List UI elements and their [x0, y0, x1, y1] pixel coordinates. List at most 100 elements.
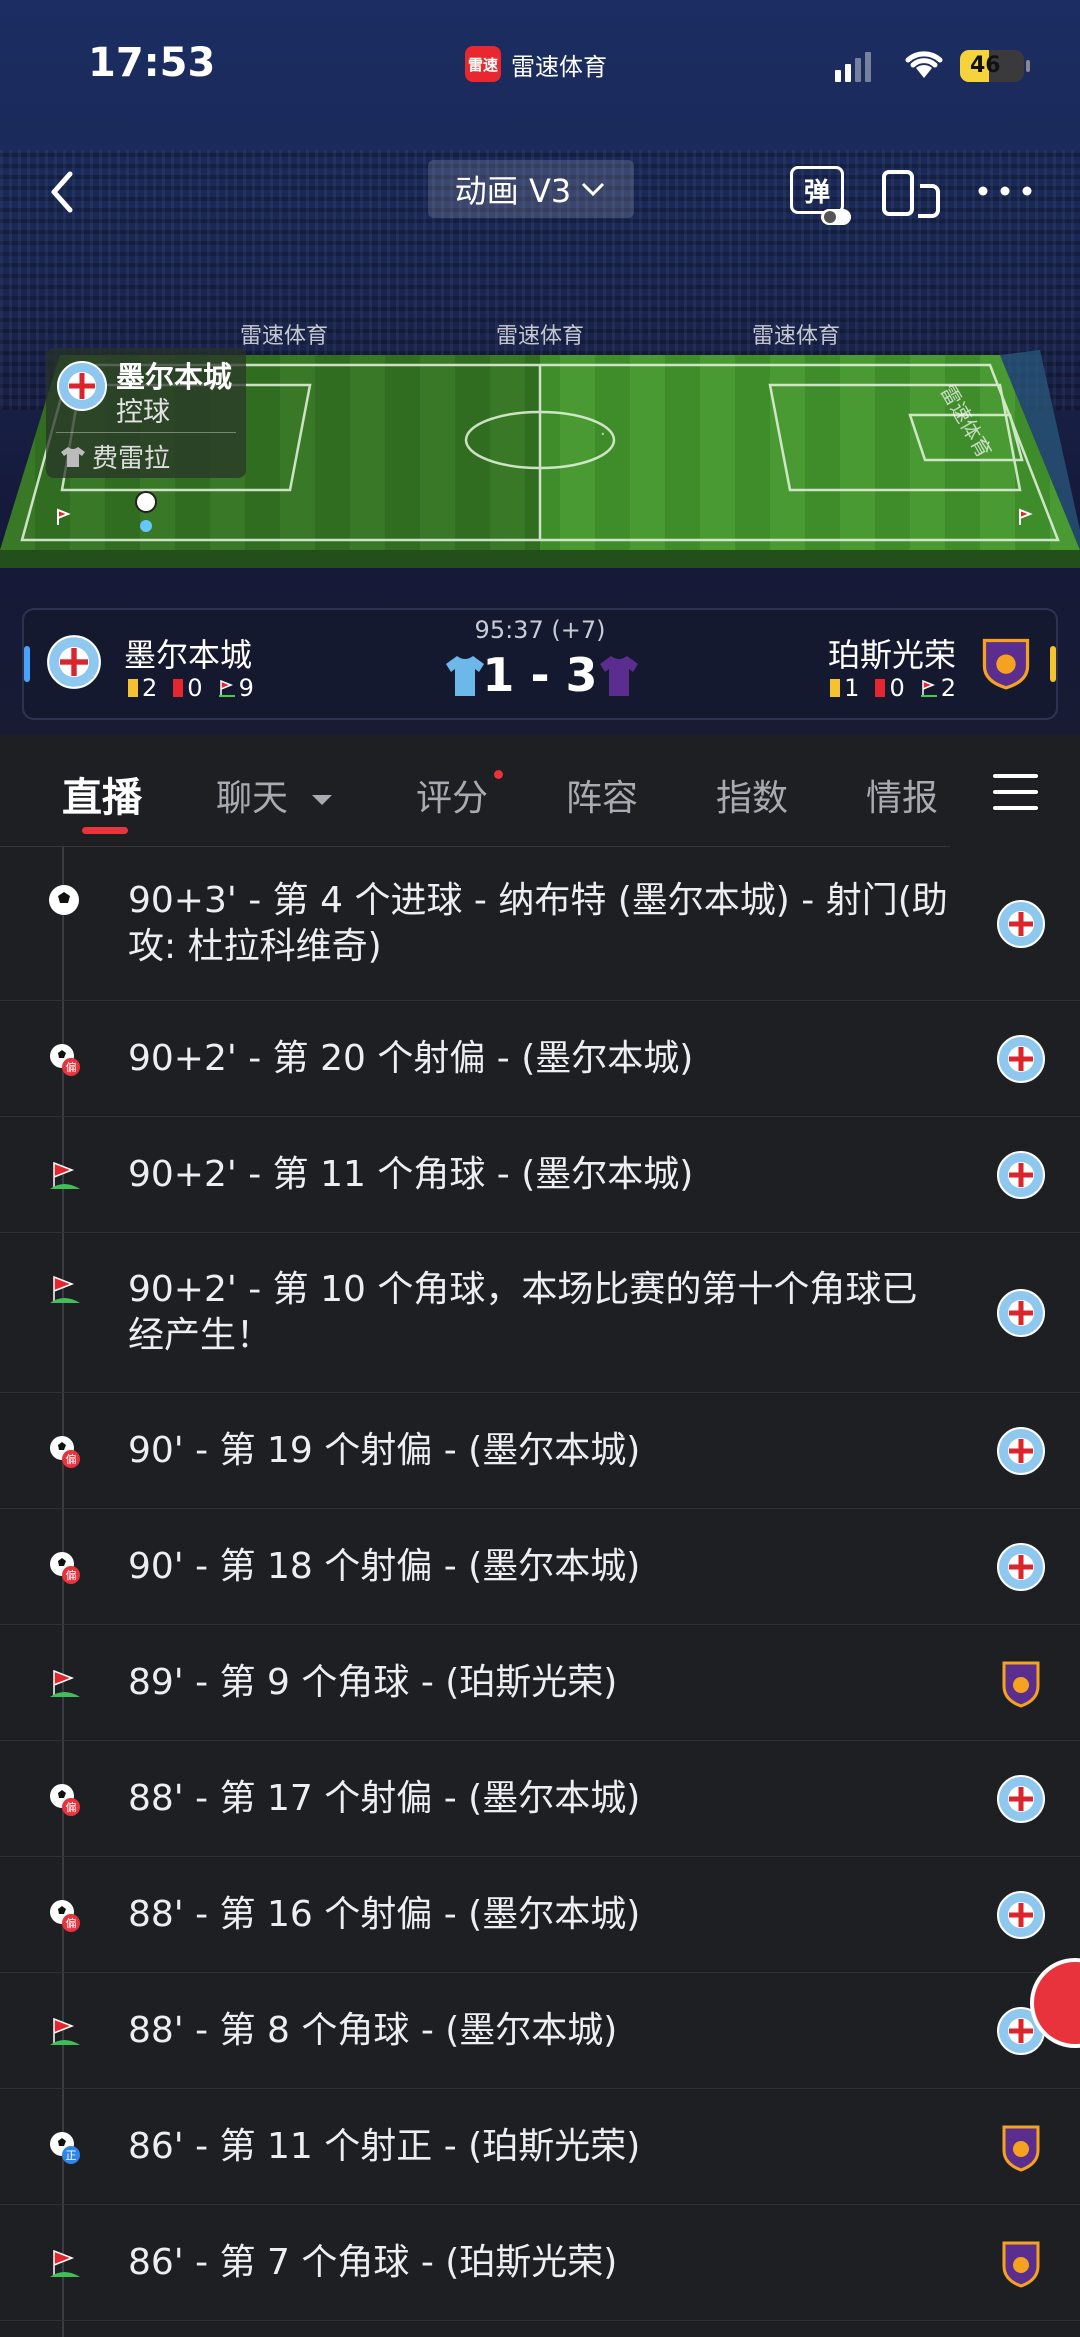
svg-text:正: 正 [66, 2149, 77, 2162]
tab-intel[interactable]: 情报 [866, 769, 938, 821]
shirt-icon [61, 446, 85, 467]
home-team-logo [997, 1543, 1045, 1591]
battery-icon: 46 [960, 50, 1024, 82]
shot-off-icon: 偏 [46, 1549, 82, 1585]
event-text: 88' - 第 8 个角球 - (墨尔本城) [128, 2010, 618, 2051]
away-team-logo [1002, 2241, 1040, 2288]
timeline-event: 90+2' - 第 11 个角球 - (墨尔本城) [0, 1117, 1080, 1233]
tab-bar: 直播 聊天 评分 阵容 指数 情报 [0, 735, 1080, 847]
event-text: 86' - 第 7 个角球 - (珀斯光荣) [128, 2242, 618, 2283]
event-text: 90' - 第 18 个射偏 - (墨尔本城) [128, 1546, 641, 1587]
corner-icon [46, 2013, 82, 2049]
possession-status: 控球 [116, 397, 170, 428]
danmu-toggle-button[interactable]: 弹 [790, 166, 851, 225]
goal-icon [46, 882, 82, 918]
more-icon[interactable] [975, 176, 1035, 206]
timeline-event: 偏 90' - 第 19 个射偏 - (墨尔本城) [0, 1393, 1080, 1509]
corner-icon [46, 1157, 82, 1193]
corner-icon [920, 679, 937, 697]
timeline-event: 偏 90+2' - 第 20 个射偏 - (墨尔本城) [0, 1001, 1080, 1117]
timeline-event: 正 86' - 第 11 个射正 - (珀斯光荣) [0, 2089, 1080, 2205]
battery-level: 46 [970, 53, 1001, 78]
app-icon: 雷速 [465, 46, 501, 82]
event-text: 88' - 第 17 个射偏 - (墨尔本城) [128, 1778, 641, 1819]
view-mode-selector[interactable]: 动画 V3 [428, 160, 634, 218]
away-team-logo [1002, 2125, 1040, 2172]
away-team-name[interactable]: 珀斯光荣 [828, 630, 956, 676]
shot-off-icon: 偏 [46, 1781, 82, 1817]
event-text: 90+2' - 第 10 个角球，本场比赛的第十个角球已经产生！ [128, 1269, 918, 1356]
tab-live[interactable]: 直播 [62, 765, 142, 823]
app-indicator: 雷速 雷速体育 [465, 46, 607, 82]
tab-odds[interactable]: 指数 [716, 769, 788, 821]
svg-text:偏: 偏 [66, 1568, 77, 1582]
red-card-icon [875, 679, 886, 697]
yellow-card-icon [830, 679, 841, 697]
tab-chat[interactable]: 聊天 [216, 769, 335, 821]
home-team-logo [997, 1035, 1045, 1083]
home-team-logo [997, 1151, 1045, 1199]
tab-lineup[interactable]: 阵容 [566, 769, 638, 821]
screen-rotate-icon[interactable] [880, 166, 942, 218]
ball-carrier-marker [140, 520, 152, 532]
match-animation-panel: 17:53 雷速 雷速体育 46 动画 V3 弹 雷速体育 雷速体育 雷速体育 … [0, 0, 1080, 735]
shot-on-icon: 正 [46, 2129, 82, 2165]
scoreboard: 墨尔本城 2 0 9 95:37 (+7) 1 - 3 珀斯光荣 1 0 2 [22, 608, 1058, 720]
menu-icon[interactable] [993, 772, 1038, 812]
signal-icon [835, 52, 871, 82]
away-corner-count: 2 [940, 674, 956, 702]
svg-text:偏: 偏 [66, 1800, 77, 1814]
corner-icon [46, 1271, 82, 1307]
shot-off-icon: 偏 [46, 1041, 82, 1077]
clock: 17:53 [88, 40, 216, 86]
player-name: 费雷拉 [92, 444, 171, 474]
event-text: 90' - 第 19 个射偏 - (墨尔本城) [128, 1430, 641, 1471]
timeline-event: 89' - 第 9 个角球 - (珀斯光荣) [0, 1625, 1080, 1741]
possession-player: 费雷拉 [60, 438, 170, 475]
notification-dot [494, 770, 503, 779]
event-text: 86' - 第 11 个射正 - (珀斯光荣) [128, 2126, 641, 2167]
corner-icon [46, 2245, 82, 2281]
home-team-logo [997, 1775, 1045, 1823]
home-team-logo [997, 1891, 1045, 1939]
event-text: 90+2' - 第 20 个射偏 - (墨尔本城) [128, 1038, 694, 1079]
chevron-down-icon [582, 182, 605, 197]
corner-icon [46, 1665, 82, 1701]
tab-chat-label: 聊天 [216, 778, 289, 819]
timeline-event: 偏 88' - 第 16 个射偏 - (墨尔本城) [0, 1857, 1080, 1973]
away-team-logo [1002, 1661, 1040, 1708]
caret-down-icon [312, 795, 333, 805]
event-text: 90+3' - 第 4 个进球 - 纳布特 (墨尔本城) - 射门(助攻: 杜拉… [128, 880, 948, 967]
shot-off-icon: 偏 [46, 1897, 82, 1933]
away-team-logo[interactable] [978, 634, 1034, 690]
svg-text:偏: 偏 [66, 1060, 77, 1074]
timeline-event: 偏 88' - 第 17 个射偏 - (墨尔本城) [0, 1741, 1080, 1857]
tab-rating[interactable]: 评分 [416, 769, 488, 821]
toggle-icon [821, 209, 851, 225]
app-name: 雷速体育 [511, 52, 607, 81]
svg-text:偏: 偏 [66, 1452, 77, 1466]
svg-text:偏: 偏 [66, 1916, 77, 1930]
shot-off-icon: 偏 [46, 1433, 82, 1469]
event-text: 89' - 第 9 个角球 - (珀斯光荣) [128, 1662, 618, 1703]
away-yellow-count: 1 [844, 674, 860, 702]
svg-text:·: · [600, 424, 606, 445]
top-bar: 动画 V3 弹 [0, 160, 1080, 230]
away-red-count: 0 [889, 674, 905, 702]
away-kit-icon [600, 656, 638, 696]
home-team-logo [997, 1289, 1045, 1337]
timeline-event: 90+3' - 第 4 个进球 - 纳布特 (墨尔本城) - 射门(助攻: 杜拉… [0, 847, 1080, 1001]
event-text: 90+2' - 第 11 个角球 - (墨尔本城) [128, 1154, 694, 1195]
home-team-logo [997, 900, 1045, 948]
home-team-logo [997, 1427, 1045, 1475]
back-icon[interactable] [42, 166, 82, 218]
view-mode-label: 动画 V3 [454, 172, 572, 210]
possession-overlay: 墨尔本城 控球 费雷拉 [46, 348, 246, 478]
timeline-event: 偏 90' - 第 18 个射偏 - (墨尔本城) [0, 1509, 1080, 1625]
timeline-event: 86' - 第 7 个角球 - (珀斯光荣) [0, 2205, 1080, 2321]
danmu-label: 弹 [803, 177, 830, 208]
event-text: 88' - 第 16 个射偏 - (墨尔本城) [128, 1894, 641, 1935]
melbourne-city-logo [57, 361, 107, 411]
timeline-event: 90+2' - 第 10 个角球，本场比赛的第十个角球已经产生！ [0, 1233, 1080, 1393]
active-tab-indicator [82, 827, 128, 834]
